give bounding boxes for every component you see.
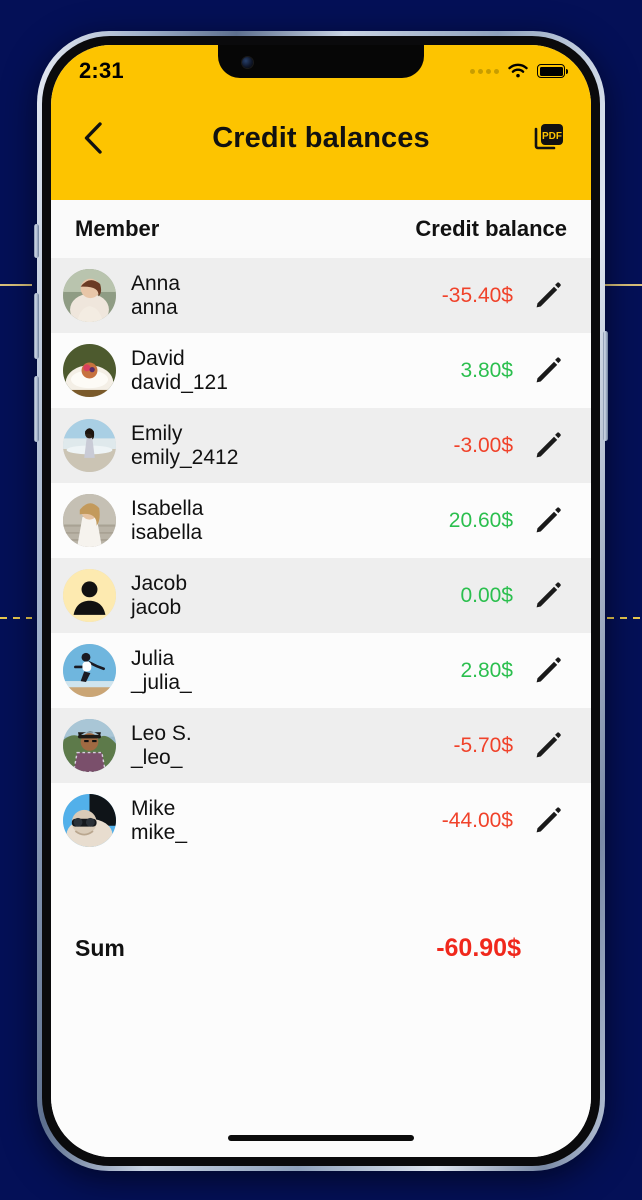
sum-label: Sum [75,934,125,961]
status-bar: 2:31 [51,45,591,91]
table-row[interactable]: Leo S. _leo_ -5.70$ [51,708,591,783]
avatar [63,269,116,322]
member-username: _leo_ [131,745,183,769]
battery-full-icon [537,64,569,78]
member-display-name: Isabella [131,496,204,520]
pencil-icon [536,807,561,832]
avatar [63,644,116,697]
member-list: Anna anna -35.40$ David david_121 3.80$ Emily e… [51,258,591,858]
member-username: david_121 [131,370,228,394]
phone-screen: 2:31 Credit balances PDF Member Credit b… [51,45,591,1157]
content-filler [51,986,591,1157]
navigation-bar: Credit balances PDF [51,103,591,173]
edit-balance-button[interactable] [527,656,569,686]
pencil-icon [536,732,561,757]
member-username: mike_ [131,820,188,844]
sum-row: Sum -60.90$ [51,910,591,986]
phone-bezel: 2:31 Credit balances PDF Member Credit b… [42,36,600,1166]
member-names: Jacob jacob [131,572,187,619]
page-title: Credit balances [212,121,430,154]
member-display-name: Leo S. [131,721,192,745]
table-row[interactable]: Anna anna -35.40$ [51,258,591,333]
pencil-icon [536,657,561,682]
pdf-export-icon: PDF [534,124,563,150]
member-username: emily_2412 [131,445,239,469]
avatar [63,344,116,397]
member-display-name: Jacob [131,571,188,595]
member-username: anna [131,295,178,319]
status-bar-indicators [470,57,569,79]
back-button[interactable] [73,118,113,158]
column-header-balance: Credit balance [415,216,567,241]
edit-balance-button[interactable] [527,431,569,461]
edit-balance-button[interactable] [527,581,569,611]
table-row[interactable]: Jacob jacob 0.00$ [51,558,591,633]
member-display-name: Mike [131,796,176,820]
table-row[interactable]: Julia _julia_ 2.80$ [51,633,591,708]
table-row[interactable]: Mike mike_ -44.00$ [51,783,591,858]
credit-balance-amount: -35.40$ [441,283,513,307]
table-row[interactable]: David david_121 3.80$ [51,333,591,408]
sum-value: -60.90$ [436,933,521,962]
backdrop-line-left-dashed [0,617,32,619]
member-names: Julia _julia_ [131,647,192,694]
member-display-name: Emily [131,421,183,445]
status-bar-time: 2:31 [79,58,124,83]
credit-balance-amount: 2.80$ [460,658,513,682]
avatar [63,494,116,547]
member-names: Isabella isabella [131,497,203,544]
avatar [63,569,116,622]
member-username: isabella [131,520,203,544]
wifi-icon [508,63,528,78]
member-names: Leo S. _leo_ [131,722,192,769]
credit-balance-amount: 0.00$ [460,583,513,607]
credit-balance-amount: 3.80$ [460,358,513,382]
edit-balance-button[interactable] [527,731,569,761]
edit-balance-button[interactable] [527,806,569,836]
volume-down-button[interactable] [34,376,39,442]
column-header-member: Member [75,216,160,241]
edit-balance-button[interactable] [527,356,569,386]
member-username: jacob [131,595,182,619]
member-names: David david_121 [131,347,228,394]
table-row[interactable]: Emily emily_2412 -3.00$ [51,408,591,483]
pencil-icon [536,282,561,307]
power-button[interactable] [603,331,608,441]
avatar [63,419,116,472]
app-header: 2:31 Credit balances PDF [51,45,591,200]
backdrop-line-left-solid [0,284,32,286]
member-names: Mike mike_ [131,797,187,844]
member-display-name: David [131,346,185,370]
member-display-name: Anna [131,271,181,295]
edit-balance-button[interactable] [527,506,569,536]
chevron-left-icon [84,122,102,154]
signal-dots-icon [470,68,499,74]
credit-balance-amount: 20.60$ [448,508,513,532]
member-display-name: Julia [131,646,175,670]
pencil-icon [536,432,561,457]
pencil-icon [536,507,561,532]
phone-device-frame: 2:31 Credit balances PDF Member Credit b… [34,31,608,1171]
svg-text:PDF: PDF [542,131,562,142]
avatar [63,719,116,772]
home-indicator[interactable] [228,1135,414,1141]
volume-up-button[interactable] [34,293,39,359]
credit-balance-amount: -3.00$ [453,433,513,457]
mute-switch-button[interactable] [34,224,39,258]
table-row[interactable]: Isabella isabella 20.60$ [51,483,591,558]
pencil-icon [536,582,561,607]
edit-balance-button[interactable] [527,281,569,311]
sum-section: Sum -60.90$ [51,858,591,986]
credit-balance-amount: -5.70$ [453,733,513,757]
pdf-export-button[interactable]: PDF [529,118,569,158]
credit-balance-amount: -44.00$ [441,808,513,832]
table-header-row: Member Credit balance [51,200,591,258]
avatar [63,794,116,847]
member-username: _julia_ [131,670,192,694]
member-names: Emily emily_2412 [131,422,238,469]
pencil-icon [536,357,561,382]
member-names: Anna anna [131,272,180,319]
